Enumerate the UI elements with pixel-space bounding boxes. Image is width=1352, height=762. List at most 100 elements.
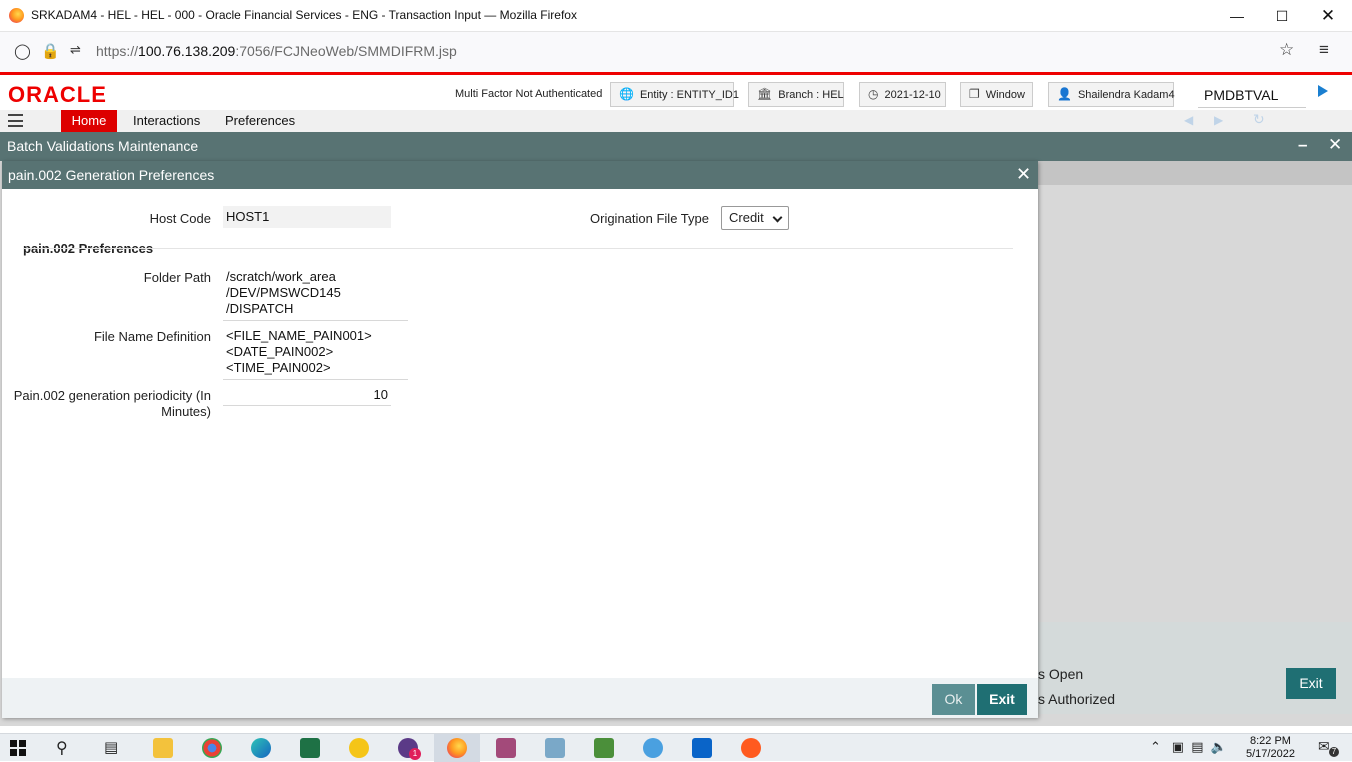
bookmark-star-icon[interactable]: ☆ [1279,40,1294,60]
file-explorer-icon[interactable] [153,738,173,758]
date-display[interactable]: ◷ 2021-12-10 [859,82,946,107]
oracle-header: ORACLE Multi Factor Not Authenticated 🌐 E… [0,72,1352,110]
permissions-icon[interactable]: ⇌ [70,42,81,58]
folder-path-field[interactable]: /scratch/work_area /DEV/PMSWCD145 /DISPA… [223,269,408,321]
function-id-input[interactable]: PMDBTVAL [1198,83,1306,108]
browser-title-bar: SRKADAM4 - HEL - HEL - 000 - Oracle Fina… [0,0,1352,32]
clock-time: 8:22 PM [1249,735,1291,747]
file-name-line: <FILE_NAME_PAIN001> [226,328,372,343]
paint-icon[interactable] [643,738,663,758]
folder-path-line: /DEV/PMSWCD145 [226,285,341,300]
folder-path-line: /DISPATCH [226,301,294,316]
pain002-preferences-dialog: pain.002 Generation Preferences ✕ Host C… [2,161,1038,718]
clock-date: 5/17/2022 [1246,748,1295,760]
go-arrow-icon[interactable] [1318,85,1328,97]
edge-icon[interactable] [251,738,271,758]
windows-taskbar: ⚲ ▤ 1 ⌃ ▣ ▤ 🔈 8:22 PM 5/17/2022 ✉ 7 [0,733,1352,762]
main-exit-button[interactable]: Exit [1286,668,1336,699]
menu-interactions[interactable]: Interactions [121,110,212,132]
refresh-icon[interactable]: ↻ [1253,111,1265,128]
search-icon[interactable]: ⚲ [56,738,76,758]
dialog-header: pain.002 Generation Preferences ✕ [2,161,1038,189]
firefox-icon [9,8,24,23]
url-field[interactable]: https://100.76.138.209:7056/FCJNeoWeb/SM… [96,43,457,59]
folder-path-label: Folder Path [143,270,211,285]
minimize-window-icon[interactable]: – [1298,135,1307,155]
file-name-line: <DATE_PAIN002> [226,344,334,359]
maximize-icon[interactable]: ☐ [1259,4,1305,28]
file-name-line: <TIME_PAIN002> [226,360,331,375]
firefox-taskbar-icon [447,738,467,758]
excel-icon[interactable] [300,738,320,758]
dialog-close-icon[interactable]: ✕ [1016,164,1031,185]
dialog-footer: Ok Exit [2,678,1038,718]
volume-icon[interactable]: 🔈 [1211,739,1227,754]
app-icon[interactable] [496,738,516,758]
app-icon[interactable] [349,738,369,758]
meeting-icon[interactable]: ▣ [1172,739,1184,754]
app-icon[interactable] [594,738,614,758]
notifications-icon[interactable]: ✉ 7 [1318,738,1339,758]
app-icon[interactable] [545,738,565,758]
status-open: s Open [1038,666,1084,682]
user-icon: 👤 [1057,87,1072,101]
folder-path-line: /scratch/work_area [226,269,336,284]
firefox-taskbar-item[interactable] [434,734,480,762]
entity-label: Entity : ENTITY_ID1 [639,89,739,101]
outlook-icon[interactable] [692,738,712,758]
branch-selector[interactable]: 🏛 Branch : HEL [748,82,844,107]
task-view-icon[interactable]: ▤ [104,738,124,758]
entity-selector[interactable]: 🌐 Entity : ENTITY_ID1 [610,82,739,107]
nav-forward-icon[interactable]: ▶ [1214,113,1223,127]
app-icon[interactable] [741,738,761,758]
user-label: Shailendra Kadam4 [1077,89,1175,101]
date-label: 2021-12-10 [884,89,941,101]
chrome-icon[interactable] [202,738,222,758]
slack-badge: 1 [409,748,421,760]
user-menu[interactable]: 👤 Shailendra Kadam4 [1048,82,1175,107]
window-button[interactable]: ❐ Window [960,82,1033,107]
chevron-down-icon [772,212,783,223]
main-window-header: Batch Validations Maintenance – ✕ [0,132,1352,161]
bank-icon: 🏛 [757,87,773,101]
slack-icon[interactable]: 1 [398,738,421,760]
lock-icon[interactable]: 🔒 [41,42,60,60]
origination-file-type-select[interactable]: Credit [721,206,789,230]
clock-icon: ◷ [868,87,879,101]
main-window-title: Batch Validations Maintenance [7,138,199,154]
window-icon: ❐ [969,87,980,101]
close-main-window-icon[interactable]: ✕ [1328,135,1342,155]
menu-home[interactable]: Home [61,110,117,132]
file-name-definition-field[interactable]: <FILE_NAME_PAIN001> <DATE_PAIN002> <TIME… [223,328,408,380]
nav-back-icon[interactable]: ◀ [1184,113,1193,127]
status-authorized: s Authorized [1038,691,1116,707]
app-menu-icon[interactable]: ≡ [1319,40,1329,60]
globe-icon: 🌐 [619,87,634,101]
window-title: SRKADAM4 - HEL - HEL - 000 - Oracle Fina… [31,8,577,22]
file-name-definition-label: File Name Definition [93,329,211,344]
ok-button[interactable]: Ok [932,684,975,715]
background-tab-strip [1038,161,1352,185]
section-divider [23,248,1013,249]
origination-file-type-value: Credit [729,210,764,225]
oracle-logo: ORACLE [8,82,107,107]
minimize-icon[interactable]: — [1214,4,1260,28]
windows-start-icon[interactable] [8,738,28,758]
periodicity-label: Pain.002 generation periodicity (In Minu… [6,388,211,420]
taskbar-clock[interactable]: 8:22 PM 5/17/2022 [1246,735,1295,761]
network-icon[interactable]: ▤ [1191,739,1203,754]
menu-bar: Home Interactions Preferences ◀ ▶ ↻ [0,110,1352,132]
mfa-status: Multi Factor Not Authenticated [455,88,603,100]
periodicity-label-line: Pain.002 generation periodicity (In [13,388,211,403]
notification-count: 7 [1329,747,1339,757]
menu-preferences[interactable]: Preferences [213,110,307,132]
close-window-icon[interactable]: ✕ [1305,4,1351,28]
chevron-up-icon[interactable]: ⌃ [1150,739,1161,754]
exit-button[interactable]: Exit [977,684,1027,715]
hamburger-icon[interactable] [8,114,23,127]
host-code-field: HOST1 [223,206,391,228]
shield-icon[interactable]: ◯ [14,42,31,60]
periodicity-input[interactable]: 10 [223,384,391,406]
host-code-label: Host Code [149,211,211,226]
system-tray[interactable]: ⌃ ▣ ▤ 🔈 [1150,739,1227,755]
